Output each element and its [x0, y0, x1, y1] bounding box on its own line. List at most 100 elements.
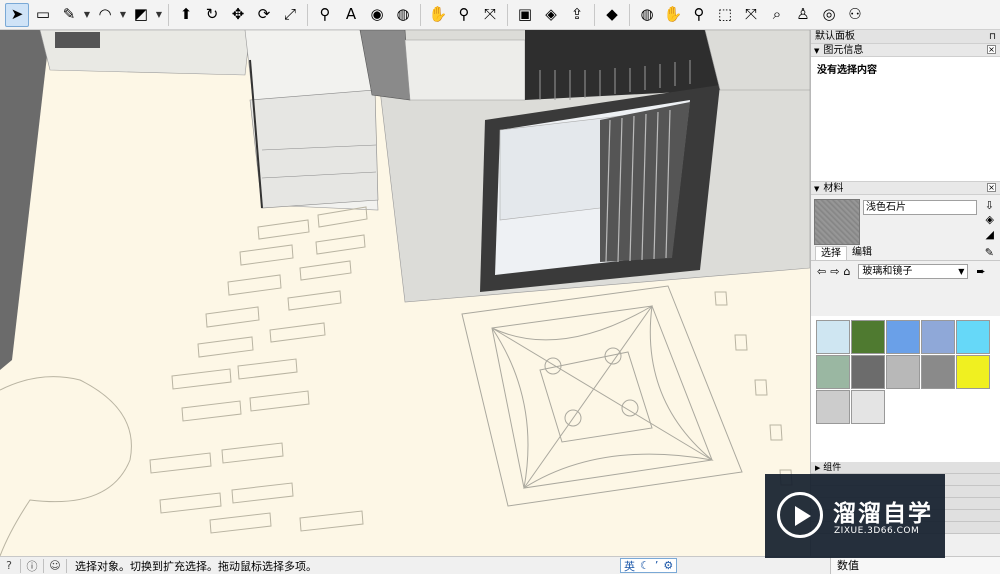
punctuation-icon: ʼ: [654, 559, 659, 572]
pencil-tool[interactable]: ✎: [57, 3, 81, 27]
share-tool[interactable]: ⇪: [565, 3, 589, 27]
play-logo-icon: [777, 492, 823, 538]
zoom-window-tool[interactable]: ⬚: [713, 3, 737, 27]
material-swatch[interactable]: [816, 320, 850, 354]
material-swatch[interactable]: [816, 390, 850, 424]
pin-icon[interactable]: ⊓: [989, 30, 996, 44]
material-swatch[interactable]: [921, 320, 955, 354]
create-material-icon[interactable]: ◈: [986, 213, 994, 226]
close-icon[interactable]: ×: [987, 45, 996, 54]
material-name-field[interactable]: 浅色石片: [863, 200, 977, 215]
arc-tool[interactable]: ◠: [93, 3, 117, 27]
entity-info-header[interactable]: ▼ 图元信息 ×: [811, 44, 1000, 57]
tape-measure-tool[interactable]: ⚲: [313, 3, 337, 27]
rotate-tool[interactable]: ⟳: [252, 3, 276, 27]
eyedropper-icon[interactable]: ✎: [985, 246, 994, 259]
ruby-icon: ◆: [606, 5, 618, 23]
material-swatch[interactable]: [851, 320, 885, 354]
zoom-extents-tool[interactable]: ⤧: [478, 3, 502, 27]
dropdown-arrow-icon[interactable]: ▼: [154, 3, 164, 27]
collapse-triangle-icon[interactable]: ▼: [814, 185, 819, 193]
extension-tool[interactable]: ◈: [539, 3, 563, 27]
watermark: 溜溜自学 ZIXUE.3D66.COM: [765, 474, 945, 558]
walk-tool[interactable]: ⚇: [843, 3, 867, 27]
material-swatch[interactable]: [816, 355, 850, 389]
follow-me-icon: ↻: [205, 5, 219, 23]
toolbar-separator: [507, 3, 508, 26]
position-camera-tool[interactable]: ♙: [791, 3, 815, 27]
zoom-extents-icon: ⤧: [483, 5, 496, 23]
material-swatch[interactable]: [956, 320, 990, 354]
geo-location-icon[interactable]: ?: [0, 559, 18, 572]
measurements-box[interactable]: 数值: [830, 557, 1000, 574]
ruby-tool[interactable]: ◆: [600, 3, 624, 27]
previous-view-tool[interactable]: ⌕: [765, 3, 789, 27]
components-header[interactable]: ▶ 组件: [811, 462, 1000, 474]
current-material-swatch[interactable]: [814, 199, 860, 245]
collapse-triangle-icon[interactable]: ▼: [814, 47, 819, 55]
material-library-select[interactable]: 玻璃和镜子 ▼: [858, 263, 969, 279]
look-around-icon: ◎: [822, 5, 836, 23]
paint-bucket-icon: ◉: [370, 5, 384, 23]
credits-icon[interactable]: ⓘ: [23, 558, 41, 574]
dropdown-arrow-icon[interactable]: ▼: [82, 3, 92, 27]
follow-me-tool[interactable]: ↻: [200, 3, 224, 27]
look-around-tool[interactable]: ◎: [817, 3, 841, 27]
user-icon[interactable]: ☺: [46, 559, 64, 572]
settings-gear-icon[interactable]: ⚙: [663, 559, 673, 572]
eraser-icon: ▭: [35, 5, 51, 23]
model-scene: [0, 30, 810, 556]
eraser-tool[interactable]: ▭: [31, 3, 55, 27]
previous-view-icon: ⌕: [772, 5, 782, 23]
home-icon[interactable]: ⌂: [843, 265, 850, 278]
push-pull-icon: ⬆: [179, 5, 193, 23]
zoom-tool[interactable]: ⚲: [452, 3, 476, 27]
pan-icon: ✋: [428, 5, 448, 23]
pan-tool[interactable]: ✋: [426, 3, 450, 27]
warehouse-tool[interactable]: ▣: [513, 3, 537, 27]
scale-icon: ⤢: [283, 5, 296, 23]
paint-bucket-tool[interactable]: ◉: [365, 3, 389, 27]
zoom-window-icon: ⬚: [717, 5, 733, 23]
main-toolbar: ➤ ▭ ✎ ▼ ◠ ▼ ◩ ▼ ⬆ ↻ ✥ ⟳ ⤢ ⚲ A ◉ ◍ ✋ ⚲ ⤧ ▣ ◈ ⇪ ◆ ◍ ✋ ⚲ ⬚ ⤧ ⌕ ♙ ◎ ⚇: [0, 0, 1000, 30]
text-tool[interactable]: A: [339, 3, 363, 27]
3d-viewport[interactable]: [0, 30, 810, 556]
material-swatch[interactable]: [886, 355, 920, 389]
pan-tool-2[interactable]: ✋: [661, 3, 685, 27]
material-swatch[interactable]: [851, 355, 885, 389]
material-swatch[interactable]: [886, 320, 920, 354]
close-icon[interactable]: ×: [987, 183, 996, 192]
rectangle-tool[interactable]: ◩: [129, 3, 153, 27]
move-tool[interactable]: ✥: [226, 3, 250, 27]
details-arrow-icon[interactable]: ➨: [976, 265, 985, 278]
material-swatch[interactable]: [956, 355, 990, 389]
display-secondary-icon[interactable]: ⇩: [985, 199, 994, 212]
move-icon: ✥: [231, 5, 245, 23]
tape-measure-icon: ⚲: [319, 5, 331, 23]
rectangle-icon: ◩: [133, 5, 149, 23]
pencil-icon: ✎: [62, 5, 76, 23]
dropdown-arrow-icon[interactable]: ▼: [118, 3, 128, 27]
material-swatch[interactable]: [851, 390, 885, 424]
material-tabs: 选择 编辑 ✎: [811, 245, 1000, 261]
status-text: 选择对象。切换到扩充选择。拖动鼠标选择多项。: [75, 559, 317, 573]
tab-edit[interactable]: 编辑: [847, 246, 877, 260]
zoom-extents-tool-2[interactable]: ⤧: [739, 3, 763, 27]
forward-arrow-icon[interactable]: ⇨: [830, 265, 839, 278]
scale-tool[interactable]: ⤢: [278, 3, 302, 27]
material-swatch[interactable]: [921, 355, 955, 389]
back-arrow-icon[interactable]: ⇦: [817, 265, 826, 278]
toolbar-separator: [594, 3, 595, 26]
orbit-tool[interactable]: ◍: [391, 3, 415, 27]
tray-title: 默认面板 ⊓: [811, 30, 1000, 44]
ime-indicator[interactable]: 英 ☾ ʼ ⚙: [620, 558, 678, 573]
orbit-tool-2[interactable]: ◍: [635, 3, 659, 27]
tab-select[interactable]: 选择: [815, 246, 847, 260]
select-tool[interactable]: ➤: [5, 2, 29, 27]
materials-header[interactable]: ▼ 材料 ×: [811, 182, 1000, 195]
zoom-tool-2[interactable]: ⚲: [687, 3, 711, 27]
pan-icon: ✋: [663, 5, 683, 23]
zoom-icon: ⚲: [458, 5, 470, 23]
push-pull-tool[interactable]: ⬆: [174, 3, 198, 27]
default-material-icon[interactable]: ◢: [986, 228, 994, 241]
